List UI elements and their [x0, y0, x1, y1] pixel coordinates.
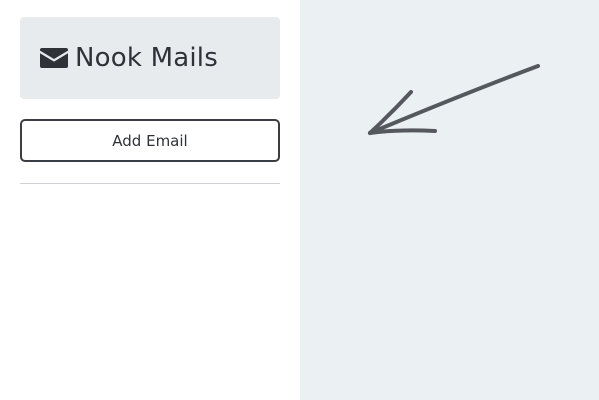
- main-panel: [300, 0, 599, 400]
- sidebar-divider: [20, 183, 280, 184]
- app-window: Nook Mails Add Email: [0, 0, 599, 400]
- app-title: Nook Mails: [75, 43, 218, 73]
- add-email-button[interactable]: Add Email: [20, 119, 280, 162]
- envelope-icon: [40, 47, 68, 69]
- brand-header: Nook Mails: [20, 17, 280, 99]
- hand-drawn-arrow-icon: [368, 64, 540, 135]
- sidebar: Nook Mails Add Email: [0, 0, 300, 400]
